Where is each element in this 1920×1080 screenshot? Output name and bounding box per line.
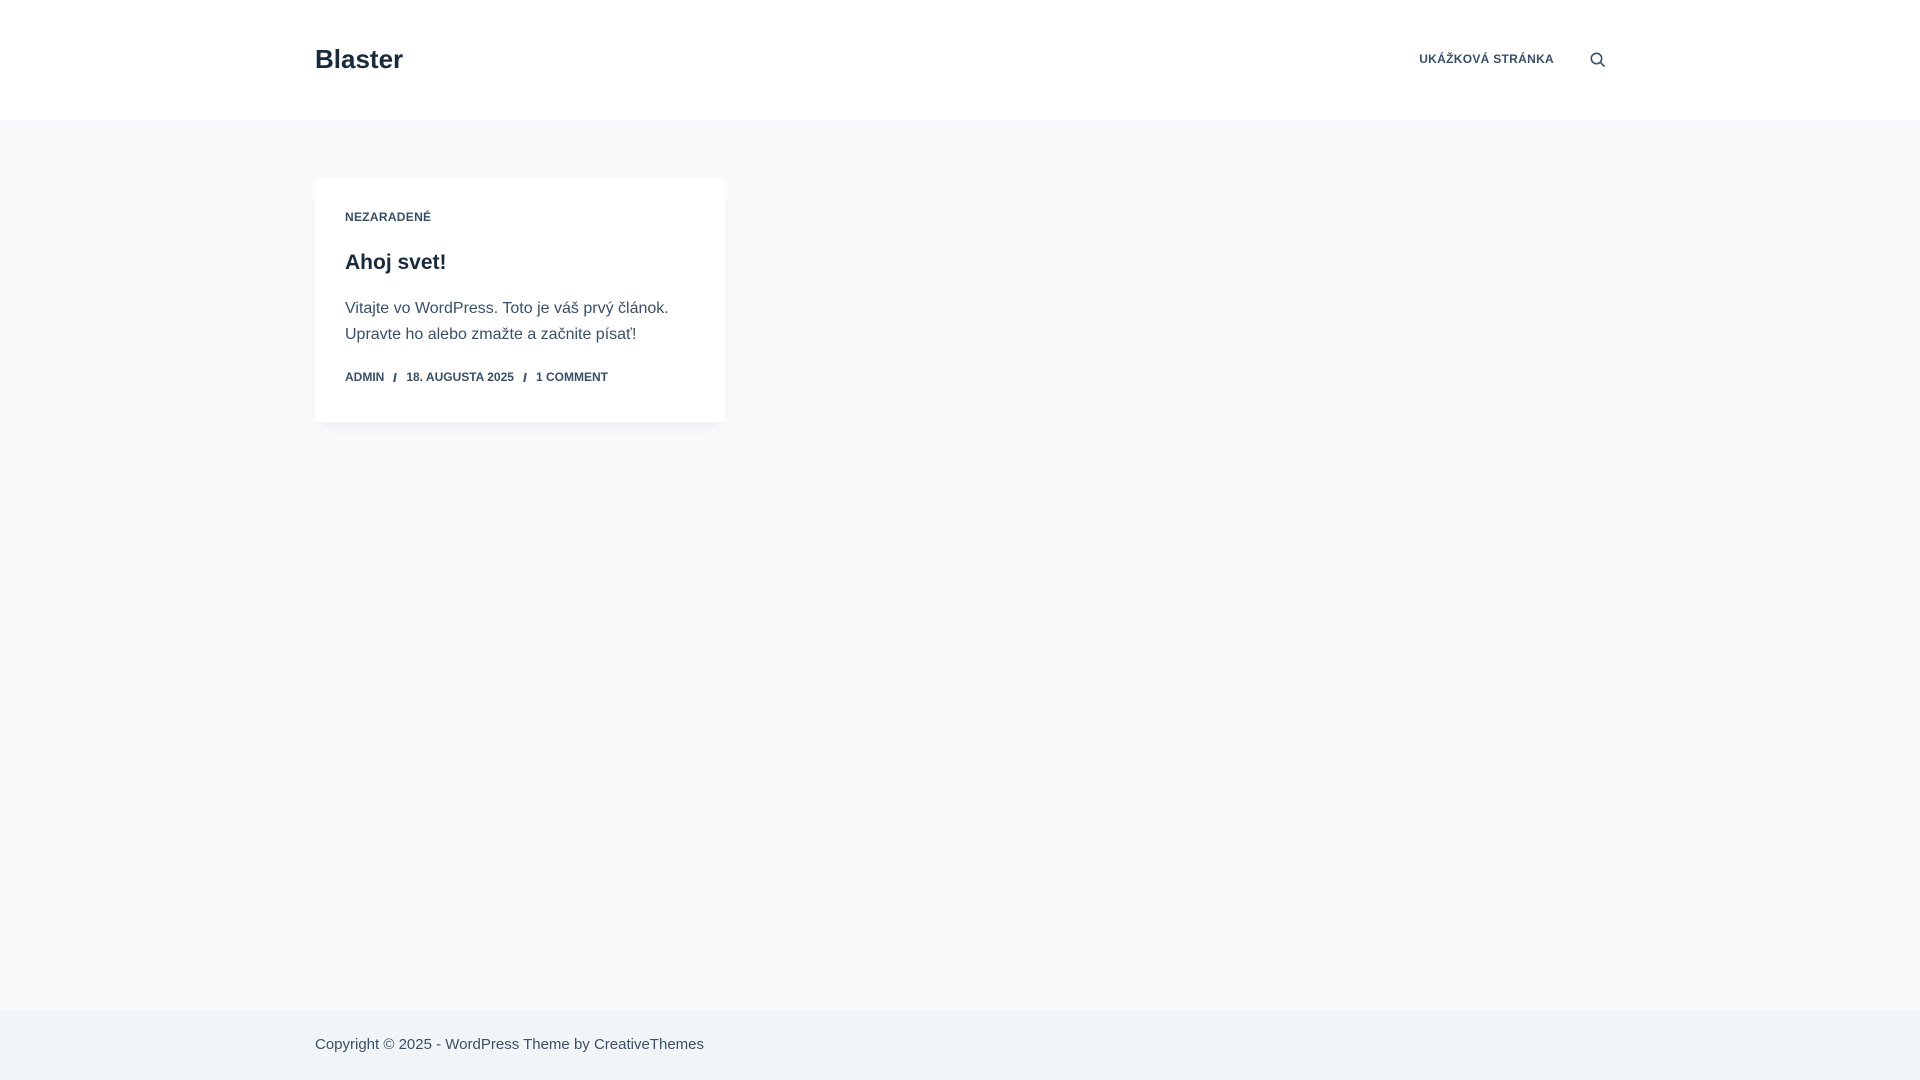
footer-copyright-text: Copyright © 2025 - WordPress Theme by — [315, 1036, 594, 1053]
page: Blaster UKÁŽKOVÁ STRÁNKA NEZARADENÉ Ahoj… — [0, 0, 1920, 1080]
footer-theme-author-link[interactable]: CreativeThemes — [594, 1036, 704, 1053]
post-date: 18. AUGUSTA 2025 — [406, 370, 514, 384]
search-button[interactable] — [1584, 44, 1610, 74]
footer-copyright: Copyright © 2025 - WordPress Theme by Cr… — [315, 1036, 704, 1053]
post-comments-link[interactable]: 1 COMMENT — [536, 370, 608, 384]
search-icon — [1590, 52, 1605, 67]
nav-item-sample-page[interactable]: UKÁŽKOVÁ STRÁNKA — [1419, 44, 1554, 74]
post-title-link[interactable]: Ahoj svet! — [345, 251, 447, 275]
site-header: Blaster UKÁŽKOVÁ STRÁNKA — [0, 0, 1920, 120]
site-title-link[interactable]: Blaster — [315, 42, 403, 76]
meta-separator — [393, 372, 398, 382]
meta-separator — [523, 372, 527, 382]
main-navigation: UKÁŽKOVÁ STRÁNKA — [1419, 44, 1610, 74]
post-excerpt: Vitajte vo WordPress. Toto je váš prvý č… — [345, 300, 669, 343]
post-author-link[interactable]: ADMIN — [345, 370, 384, 384]
post-card: NEZARADENÉ Ahoj svet! Vitajte vo WordPre… — [315, 178, 725, 426]
site-footer: Copyright © 2025 - WordPress Theme by Cr… — [0, 1010, 1920, 1080]
post-meta: ADMIN 18. AUGUSTA 2025 1 COMMENT — [345, 370, 608, 384]
main-content: NEZARADENÉ Ahoj svet! Vitajte vo WordPre… — [0, 120, 1920, 1010]
post-category-link[interactable]: NEZARADENÉ — [345, 210, 431, 224]
